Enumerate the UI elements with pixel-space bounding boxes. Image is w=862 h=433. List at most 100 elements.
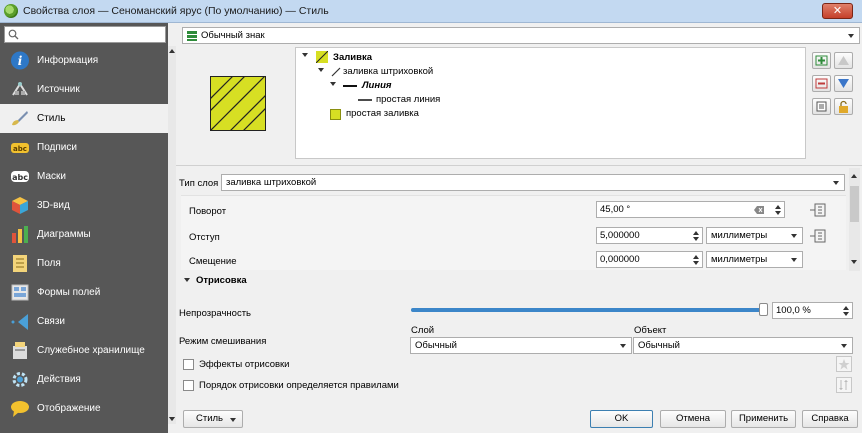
search-icon xyxy=(8,29,19,40)
ok-button[interactable]: OK xyxy=(590,410,653,428)
rendering-section-title: Отрисовка xyxy=(196,275,247,286)
sidebar-scroll-down-icon[interactable] xyxy=(169,417,175,421)
help-button[interactable]: Справка xyxy=(802,410,858,428)
sidebar-item-label: Маски xyxy=(37,171,66,182)
sidebar-item-label: Стиль xyxy=(37,113,66,124)
hatch-line-icon xyxy=(331,67,341,77)
offset-spinner[interactable] xyxy=(690,228,702,245)
lock-layer-button[interactable] xyxy=(834,98,853,115)
layer-type-value: заливка штриховкой xyxy=(226,177,317,188)
opacity-slider[interactable] xyxy=(411,303,768,316)
svg-text:i: i xyxy=(18,54,23,68)
sort-order-icon[interactable] xyxy=(836,377,852,393)
paintbrush-icon xyxy=(12,111,28,126)
renderer-select[interactable]: Обычный знак xyxy=(182,27,860,44)
sidebar-scrollbar[interactable] xyxy=(168,46,176,424)
sidebar-item-joins[interactable]: Связи xyxy=(0,307,168,336)
sidebar-item-fields[interactable]: Поля xyxy=(0,249,168,278)
effects-star-icon[interactable] xyxy=(836,356,852,372)
properties-scrollbar[interactable] xyxy=(849,168,860,271)
window-title: Свойства слоя — Сеноманский ярус (По умо… xyxy=(23,5,329,17)
blend-object-select[interactable]: Обычный xyxy=(633,337,853,354)
move-down-button[interactable] xyxy=(834,75,853,92)
tree-expand-icon[interactable] xyxy=(318,68,324,72)
offset-input[interactable]: 5,000000 xyxy=(596,227,703,244)
cancel-button[interactable]: Отмена xyxy=(660,410,726,428)
form-icon xyxy=(11,284,29,301)
draw-effects-checkbox[interactable] xyxy=(183,359,194,370)
tree-item-fill[interactable]: Заливка xyxy=(333,52,372,63)
style-menu-button[interactable]: Стиль xyxy=(183,410,243,428)
data-defined-override-icon[interactable] xyxy=(810,228,828,244)
rotation-label: Поворот xyxy=(189,206,227,217)
sidebar-item-actions[interactable]: Действия xyxy=(0,365,168,394)
offset-unit-select[interactable]: миллиметры xyxy=(706,227,803,244)
data-defined-override-icon[interactable] xyxy=(810,202,828,218)
opacity-spinner[interactable] xyxy=(840,303,852,320)
simple-fill-swatch-icon xyxy=(330,109,341,120)
svg-text:abc: abc xyxy=(12,173,28,182)
sidebar-item-label: 3D-вид xyxy=(37,200,70,211)
sidebar-item-storage[interactable]: Служебное хранилище xyxy=(0,336,168,365)
sidebar-item-labels[interactable]: abc Подписи xyxy=(0,133,168,162)
layer-type-label: Тип слоя xyxy=(179,178,219,189)
sidebar-item-diagrams[interactable]: Диаграммы xyxy=(0,220,168,249)
sidebar-item-label: Подписи xyxy=(37,142,77,153)
opacity-slider-fill xyxy=(411,308,761,312)
add-symbol-layer-button[interactable] xyxy=(812,52,831,69)
apply-button[interactable]: Применить xyxy=(731,410,796,428)
rule-order-checkbox[interactable] xyxy=(183,380,194,391)
rotation-spinner[interactable] xyxy=(772,202,784,219)
displacement-input[interactable]: 0,000000 xyxy=(596,251,703,268)
tree-expand-icon[interactable] xyxy=(330,82,336,86)
storage-icon xyxy=(13,342,27,359)
rendering-section-header[interactable]: Отрисовка xyxy=(176,273,862,288)
rule-order-label: Порядок отрисовки определяется правилами xyxy=(199,380,399,391)
blend-layer-label: Слой xyxy=(411,325,435,336)
clear-icon[interactable] xyxy=(754,205,765,215)
scroll-thumb[interactable] xyxy=(850,186,859,222)
blend-mode-label: Режим смешивания xyxy=(179,336,267,347)
sidebar-item-display[interactable]: Отображение xyxy=(0,394,168,423)
fields-icon xyxy=(13,255,27,272)
opacity-slider-handle[interactable] xyxy=(759,303,768,316)
blend-layer-select[interactable]: Обычный xyxy=(410,337,632,354)
duplicate-layer-button[interactable] xyxy=(812,98,831,115)
sidebar-item-info[interactable]: i Информация xyxy=(0,46,168,75)
sidebar-item-style[interactable]: Стиль xyxy=(0,104,168,133)
sidebar-search-input[interactable] xyxy=(4,26,166,43)
chevron-down-icon xyxy=(230,418,236,422)
tree-item-simple-fill[interactable]: простая заливка xyxy=(346,108,419,119)
displacement-value: 0,000000 xyxy=(600,254,640,265)
rotation-input[interactable]: 45,00 ° xyxy=(596,201,785,218)
rotation-value: 45,00 ° xyxy=(600,204,631,215)
remove-symbol-layer-button[interactable] xyxy=(812,75,831,92)
opacity-input[interactable]: 100,0 % xyxy=(772,302,853,319)
lock-icon xyxy=(839,100,848,113)
tree-item-hatch-fill[interactable]: заливка штриховкой xyxy=(343,66,433,77)
layer-type-select[interactable]: заливка штриховкой xyxy=(221,174,845,191)
displacement-spinner[interactable] xyxy=(690,252,702,269)
symbol-layer-tree[interactable]: Заливка заливка штриховкой Линия простая… xyxy=(295,47,806,159)
sidebar-item-3d[interactable]: 3D-вид xyxy=(0,191,168,220)
close-button[interactable]: ✕ xyxy=(822,3,853,19)
displacement-label: Смещение xyxy=(189,256,237,267)
sidebar-item-field-forms[interactable]: Формы полей xyxy=(0,278,168,307)
sidebar-item-source[interactable]: Источник xyxy=(0,75,168,104)
sidebar-item-masks[interactable]: abc Маски xyxy=(0,162,168,191)
scroll-down-icon xyxy=(851,260,857,264)
sidebar-item-label: Диаграммы xyxy=(37,229,91,240)
tree-item-simple-line[interactable]: простая линия xyxy=(376,94,440,105)
blend-layer-value: Обычный xyxy=(415,340,457,351)
duplicate-icon xyxy=(816,101,827,112)
chevron-down-icon xyxy=(620,344,626,348)
tree-item-line[interactable]: Линия xyxy=(362,80,391,91)
blend-object-label: Объект xyxy=(634,325,667,336)
displacement-unit-select[interactable]: миллиметры xyxy=(706,251,803,268)
tree-expand-icon[interactable] xyxy=(302,53,308,57)
joins-icon xyxy=(11,314,28,330)
move-up-button[interactable] xyxy=(834,52,853,69)
displacement-unit-value: миллиметры xyxy=(711,254,768,265)
cube-3d-icon xyxy=(12,197,28,214)
sidebar-item-label: Отображение xyxy=(37,403,101,414)
